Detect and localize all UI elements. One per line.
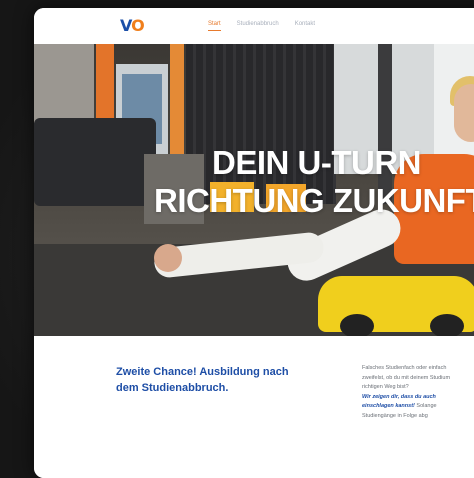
hero-headline-line1: DEIN U-TURN (212, 144, 421, 181)
intro-section: Zweite Chance! Ausbildung nach dem Studi… (34, 336, 474, 478)
intro-subheading: Zweite Chance! Ausbildung nach dem Studi… (116, 366, 289, 394)
nav-item-studienabbruch[interactable]: Studienabbruch (237, 21, 279, 31)
hero-headline-line2: RICHTUNG ZUKUNFT (154, 182, 474, 219)
hero-headline: DEIN U-TURN RICHTUNG ZUKUNFT (154, 144, 474, 220)
site-header: VO Start Studienabbruch Kontakt (34, 8, 474, 42)
hero-banner: DEIN U-TURN RICHTUNG ZUKUNFT (34, 44, 474, 336)
intro-emphasis: Wir zeigen dir, dass du auch (362, 393, 436, 400)
intro-paragraph: Falsches Studienfach oder einfach zweife… (362, 364, 474, 421)
nav-item-start[interactable]: Start (208, 21, 221, 31)
nav-item-kontakt[interactable]: Kontakt (295, 21, 315, 31)
logo-letter-v: V (120, 16, 132, 35)
brand-logo[interactable]: VO (120, 16, 145, 35)
main-nav: Start Studienabbruch Kontakt (208, 21, 315, 31)
browser-window: VO Start Studienabbruch Kontakt DEIN U-T… (34, 8, 474, 478)
logo-letter-o: O (131, 16, 145, 35)
